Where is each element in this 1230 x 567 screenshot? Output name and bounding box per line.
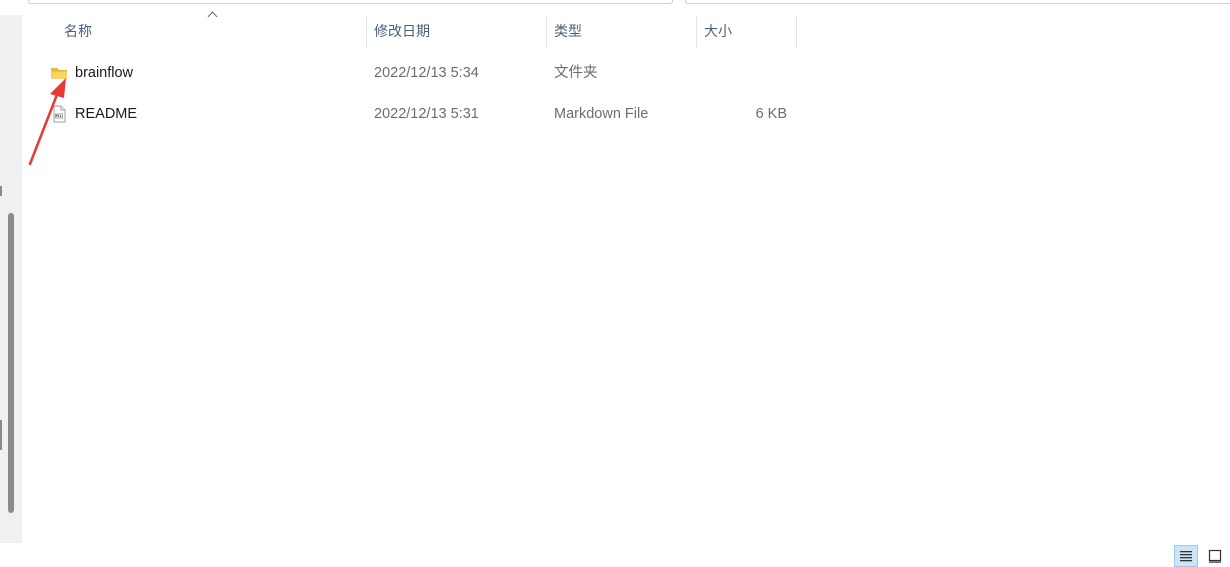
large-icons-view-icon xyxy=(1208,549,1222,563)
pane-edge-mark xyxy=(0,420,2,450)
column-header-row: 名称 修改日期 类型 大小 xyxy=(22,14,802,48)
column-header-name[interactable]: 名称 xyxy=(56,14,366,48)
address-bar-edge[interactable] xyxy=(28,0,673,4)
column-divider[interactable] xyxy=(796,16,797,48)
annotation-arrow-icon xyxy=(28,78,66,166)
file-name[interactable]: README xyxy=(75,94,137,134)
navigation-pane-scrollbar[interactable] xyxy=(0,15,22,543)
file-size xyxy=(704,53,787,93)
file-type: Markdown File xyxy=(554,106,649,122)
column-header-type[interactable]: 类型 xyxy=(546,14,696,48)
file-type: 文件夹 xyxy=(554,65,598,81)
search-box-edge[interactable] xyxy=(685,0,1230,4)
file-row-readme[interactable]: README 2022/12/13 5:31 Markdown File 6 K… xyxy=(22,94,802,134)
column-header-size[interactable]: 大小 xyxy=(696,14,796,48)
file-name[interactable]: brainflow xyxy=(75,53,133,93)
details-view-icon xyxy=(1180,551,1192,562)
column-header-date-modified[interactable]: 修改日期 xyxy=(366,14,546,48)
file-row-brainflow[interactable]: brainflow 2022/12/13 5:34 文件夹 xyxy=(22,53,802,93)
file-explorer-window: 名称 修改日期 类型 大小 brainflow 2022/12/13 5:34 … xyxy=(0,0,1230,567)
pane-edge-mark xyxy=(0,186,2,196)
file-size: 6 KB xyxy=(755,106,787,122)
large-icons-view-button[interactable] xyxy=(1203,545,1227,567)
scrollbar-thumb[interactable] xyxy=(8,213,14,513)
file-date-modified: 2022/12/13 5:34 xyxy=(374,65,479,81)
file-date-modified: 2022/12/13 5:31 xyxy=(374,106,479,122)
details-view-button[interactable] xyxy=(1174,545,1198,567)
